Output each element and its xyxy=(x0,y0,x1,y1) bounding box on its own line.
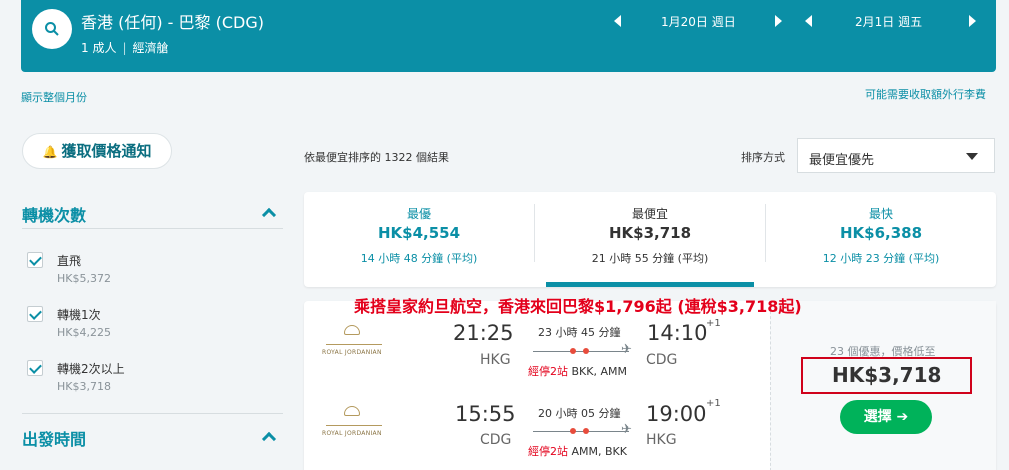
crown-icon xyxy=(344,325,360,335)
tab-duration: 12 小時 23 分鐘 (平均) xyxy=(822,252,940,265)
inbound-departure-airport: CDG xyxy=(480,432,512,448)
search-summary-bar[interactable]: 香港 (任何) - 巴黎 (CDG) 1 成人 | 經濟艙 1月20日 週日 2月1… xyxy=(21,0,996,72)
arrow-right-icon[interactable] xyxy=(775,15,782,27)
search-icon xyxy=(45,22,59,36)
passenger-cabin: 1 成人 | 經濟艙 xyxy=(81,39,169,56)
tab-duration: 14 小時 48 分鐘 (平均) xyxy=(360,252,478,265)
logo-script xyxy=(326,418,382,426)
outbound-stops: 經停2站 BKK, AMM xyxy=(528,363,627,379)
stop-dot xyxy=(583,428,589,434)
inbound-departure-time: 15:55 xyxy=(455,402,516,426)
return-date-picker[interactable]: 2月1日 週五 xyxy=(805,12,985,30)
check-icon[interactable] xyxy=(27,306,43,322)
outbound-arrival-airport: CDG xyxy=(646,352,678,368)
divider xyxy=(22,413,283,414)
outbound-departure-time: 21:25 xyxy=(453,321,514,345)
passengers-text: 1 成人 xyxy=(81,41,117,55)
stop-dot xyxy=(570,428,576,434)
plane-icon: ✈ xyxy=(621,422,632,437)
outbound-route-line xyxy=(533,348,629,354)
airline-logo: ROYAL JORDANIAN xyxy=(322,406,386,446)
tab-price: HK$4,554 xyxy=(377,224,461,242)
filter-label: 轉機1次 xyxy=(57,308,101,322)
logo-text: ROYAL JORDANIAN xyxy=(322,349,382,356)
chevron-up-icon[interactable] xyxy=(261,431,277,447)
route-text: 香港 (任何) - 巴黎 (CDG) xyxy=(81,13,264,32)
sort-value: 最便宜優先 xyxy=(809,153,875,168)
stops-count: 經停2站 xyxy=(528,365,568,378)
check-icon[interactable] xyxy=(27,252,43,268)
outbound-next-day: +1 xyxy=(706,318,721,329)
stop-dot xyxy=(570,348,576,354)
promo-banner: 乘搭皇家約旦航空，香港來回巴黎$1,796起 (連稅$3,718起) xyxy=(354,297,802,316)
depart-date[interactable]: 1月20日 週日 xyxy=(661,13,736,30)
select-button[interactable]: 選擇 ➔ xyxy=(840,400,932,434)
lowest-price: HK$3,718 xyxy=(832,363,942,387)
stops-section-title[interactable]: 轉機次數 xyxy=(22,202,86,226)
tab-label: 最優 xyxy=(406,207,431,221)
arrow-left-icon[interactable] xyxy=(614,15,621,27)
depart-date-picker[interactable]: 1月20日 週日 xyxy=(611,12,791,30)
filter-price: HK$3,718 xyxy=(57,380,111,393)
show-month-link[interactable]: 顯示整個月份 xyxy=(21,89,87,105)
inbound-duration: 20 小時 05 分鐘 xyxy=(538,407,621,420)
tab-cheapest[interactable]: 最便宜 HK$3,718 21 小時 55 分鐘 (平均) xyxy=(535,192,765,287)
tab-best[interactable]: 最優 HK$4,554 14 小時 48 分鐘 (平均) xyxy=(304,192,534,287)
filter-price: HK$4,225 xyxy=(57,326,111,339)
search-button[interactable] xyxy=(32,9,72,49)
plane-icon: ✈ xyxy=(621,342,632,357)
caret-down-icon xyxy=(966,153,978,160)
logo-text: ROYAL JORDANIAN xyxy=(322,430,382,437)
airline-logo: ROYAL JORDANIAN xyxy=(322,325,386,365)
tab-label: 最快 xyxy=(868,207,893,221)
tab-label: 最便宜 xyxy=(631,207,668,221)
arrow-left-icon[interactable] xyxy=(805,15,812,27)
depart-time-section-title[interactable]: 出發時間 xyxy=(22,426,86,450)
price-alert-label: 獲取價格通知 xyxy=(61,142,152,160)
separator: | xyxy=(122,41,127,55)
logo-script xyxy=(326,337,382,345)
inbound-stops: 經停2站 AMM, BKK xyxy=(528,443,627,459)
inbound-route-line xyxy=(533,428,629,434)
crown-icon xyxy=(344,406,360,416)
filter-label: 直飛 xyxy=(57,254,82,268)
sort-tabs: 最優 HK$4,554 14 小時 48 分鐘 (平均) 最便宜 HK$3,71… xyxy=(304,192,996,287)
stops-count: 經停2站 xyxy=(528,445,568,458)
inbound-arrival-airport: HKG xyxy=(646,432,677,448)
baggage-fees-link[interactable]: 可能需要收取額外行李費 xyxy=(865,86,986,102)
outbound-duration: 23 小時 45 分鐘 xyxy=(538,326,621,339)
cabin-text: 經濟艙 xyxy=(132,41,169,55)
filter-price: HK$5,372 xyxy=(57,272,111,285)
stop-dot xyxy=(583,348,589,354)
inbound-next-day: +1 xyxy=(706,398,721,409)
stops-via: AMM, BKK xyxy=(571,445,627,458)
inbound-arrival-time: 19:00 xyxy=(646,402,707,426)
chevron-up-icon[interactable] xyxy=(261,207,277,223)
tab-price: HK$6,388 xyxy=(839,224,923,242)
divider xyxy=(22,228,283,229)
active-tab-indicator xyxy=(546,282,754,287)
tab-duration: 21 小時 55 分鐘 (平均) xyxy=(591,252,709,265)
price-alert-button[interactable]: 🔔 獲取價格通知 xyxy=(22,133,172,169)
outbound-departure-airport: HKG xyxy=(480,352,511,368)
tab-price: HK$3,718 xyxy=(608,224,692,242)
stops-via: BKK, AMM xyxy=(571,365,627,378)
check-icon[interactable] xyxy=(27,360,43,376)
return-date[interactable]: 2月1日 週五 xyxy=(855,13,922,30)
result-count: 依最便宜排序的 1322 個結果 xyxy=(304,151,449,164)
filter-label: 轉機2次以上 xyxy=(57,362,125,376)
arrow-right-icon[interactable] xyxy=(969,15,976,27)
tab-fastest[interactable]: 最快 HK$6,388 12 小時 23 分鐘 (平均) xyxy=(766,192,996,287)
outbound-arrival-time: 14:10 xyxy=(647,321,708,345)
sort-select[interactable]: 最便宜優先 xyxy=(797,138,995,173)
bell-icon: 🔔 xyxy=(42,145,58,159)
sort-label: 排序方式 xyxy=(741,151,785,164)
